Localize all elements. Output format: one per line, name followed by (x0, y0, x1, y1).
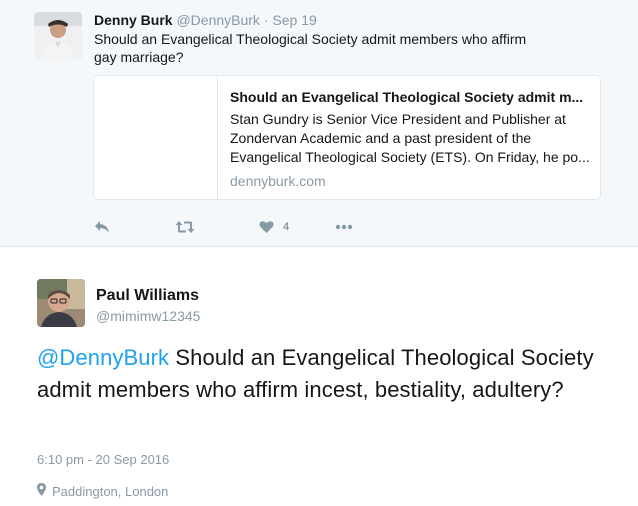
link-card-description: Stan Gundry is Senior Vice President and… (230, 111, 590, 165)
location-label[interactable]: Paddington, London (52, 484, 168, 500)
reply-icon (94, 220, 110, 234)
parent-author-handle[interactable]: @DennyBurk (176, 12, 259, 28)
main-tweet-location[interactable]: Paddington, London (37, 483, 168, 500)
parent-tweet-text: Should an Evangelical Theological Societ… (94, 31, 527, 65)
like-count: 4 (283, 221, 290, 233)
retweet-button[interactable] (175, 217, 195, 237)
reply-button[interactable] (94, 217, 110, 237)
like-button[interactable]: 4 (259, 217, 289, 237)
link-card[interactable]: Should an Evangelical Theological Societ… (93, 75, 601, 200)
parent-tweet[interactable]: Denny Burk @DennyBurk · Sep 19 Should an… (0, 0, 638, 247)
link-card-domain[interactable]: dennyburk.com (230, 172, 590, 190)
map-pin-icon (37, 483, 52, 500)
more-icon (335, 224, 353, 230)
link-card-thumbnail[interactable] (94, 76, 218, 199)
main-tweet-text: @DennyBurk Should an Evangelical Theolog… (37, 342, 617, 406)
more-button[interactable] (335, 217, 353, 237)
main-tweet-timestamp[interactable]: 6:10 pm - 20 Sep 2016 (37, 452, 169, 468)
main-author-name[interactable]: Paul Williams (96, 286, 199, 306)
main-author-avatar[interactable] (37, 279, 85, 327)
parent-tweet-date[interactable]: Sep 19 (272, 12, 316, 28)
retweet-icon (175, 220, 195, 234)
link-card-title[interactable]: Should an Evangelical Theological Societ… (230, 88, 590, 106)
parent-author-avatar[interactable] (34, 12, 82, 60)
mention-link[interactable]: @DennyBurk (37, 345, 169, 370)
heart-icon (259, 220, 274, 234)
link-card-body: Should an Evangelical Theological Societ… (230, 88, 590, 190)
parent-author-name[interactable]: Denny Burk (94, 12, 173, 28)
separator-dot: · (259, 12, 273, 28)
main-author-handle[interactable]: @mimimw12345 (96, 307, 200, 325)
parent-tweet-header: Denny Burk @DennyBurk · Sep 19 (94, 11, 317, 29)
